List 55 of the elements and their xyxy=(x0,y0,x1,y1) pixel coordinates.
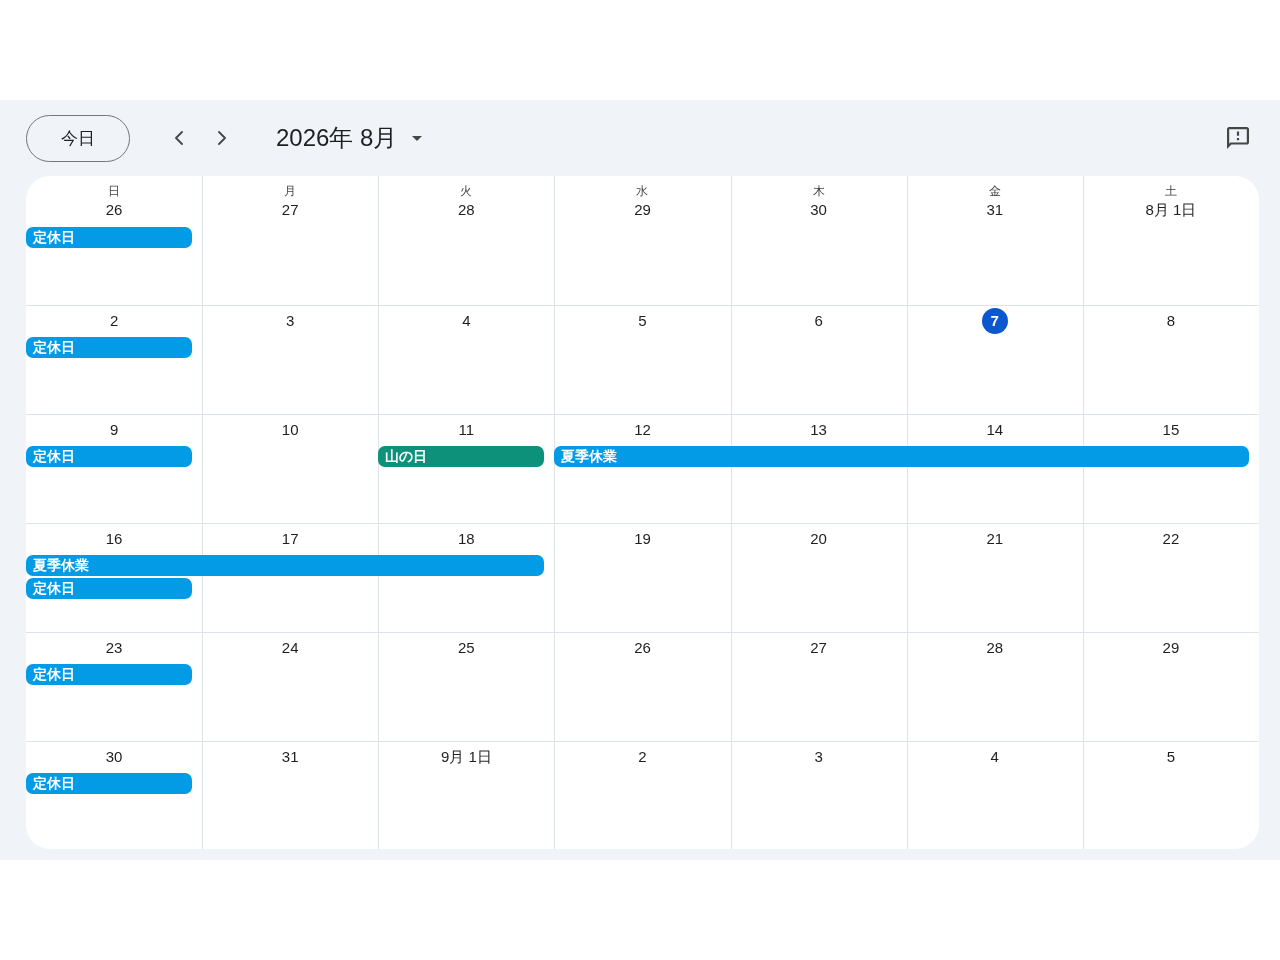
chevron-right-icon[interactable] xyxy=(218,131,226,145)
date-label[interactable]: 30 xyxy=(810,199,827,221)
date-label[interactable]: 29 xyxy=(634,199,651,221)
date-label[interactable]: 4 xyxy=(990,748,999,766)
date-label[interactable]: 5 xyxy=(1166,748,1176,766)
date-label[interactable]: 17 xyxy=(281,530,299,548)
event-chip[interactable]: 山の日 xyxy=(378,446,545,467)
date-label[interactable]: 16 xyxy=(105,530,123,548)
date-label[interactable]: 26 xyxy=(105,199,123,221)
date-label[interactable]: 12 xyxy=(634,421,651,439)
weekday-label: 月 xyxy=(284,183,297,199)
date-label[interactable]: 26 xyxy=(634,639,651,657)
date-label[interactable]: 5 xyxy=(638,312,647,330)
date-label[interactable]: 7 xyxy=(981,308,1008,334)
date-label[interactable]: 6 xyxy=(814,312,823,330)
date-label[interactable]: 29 xyxy=(1162,639,1180,657)
weekday-label: 水 xyxy=(636,183,649,199)
date-label[interactable]: 23 xyxy=(105,639,123,657)
date-label[interactable]: 21 xyxy=(986,530,1004,548)
date-label[interactable]: 14 xyxy=(986,421,1004,439)
date-label[interactable]: 18 xyxy=(458,530,475,548)
date-label[interactable]: 19 xyxy=(634,530,651,548)
date-label[interactable]: 24 xyxy=(281,639,299,657)
date-label[interactable]: 8月 1日 xyxy=(1145,199,1197,221)
date-label[interactable]: 2 xyxy=(638,748,647,766)
date-label[interactable]: 31 xyxy=(281,748,299,766)
date-label[interactable]: 31 xyxy=(986,199,1004,221)
date-label[interactable]: 13 xyxy=(810,421,827,439)
date-label[interactable]: 28 xyxy=(458,199,475,221)
date-label[interactable]: 4 xyxy=(462,312,471,330)
weekday-label: 土 xyxy=(1164,183,1177,199)
weekday-label: 木 xyxy=(812,183,825,199)
weekday-label: 火 xyxy=(460,183,473,199)
date-label[interactable]: 11 xyxy=(458,421,475,439)
month-picker-button[interactable]: 2026年 8月 xyxy=(276,122,423,154)
date-label[interactable]: 8 xyxy=(1166,312,1176,330)
date-label[interactable]: 3 xyxy=(286,312,295,330)
date-label[interactable]: 20 xyxy=(810,530,827,548)
date-label[interactable]: 28 xyxy=(986,639,1004,657)
date-label[interactable]: 3 xyxy=(814,748,823,766)
weekday-label: 日 xyxy=(108,183,121,199)
alert-speech-bubble-icon[interactable] xyxy=(1227,127,1249,149)
date-label[interactable]: 15 xyxy=(1162,421,1180,439)
date-label[interactable]: 2 xyxy=(109,312,119,330)
date-label[interactable]: 30 xyxy=(105,748,123,766)
date-label[interactable]: 27 xyxy=(281,199,299,221)
date-label[interactable]: 10 xyxy=(281,421,299,439)
date-label[interactable]: 27 xyxy=(810,639,827,657)
date-label[interactable]: 25 xyxy=(458,639,475,657)
date-label[interactable]: 9 xyxy=(109,421,119,439)
date-label[interactable]: 22 xyxy=(1162,530,1180,548)
caret-icon xyxy=(412,135,423,141)
date-label[interactable]: 9月 1日 xyxy=(440,748,492,766)
chevron-left-icon[interactable] xyxy=(175,131,183,145)
weekday-label: 金 xyxy=(988,183,1001,199)
